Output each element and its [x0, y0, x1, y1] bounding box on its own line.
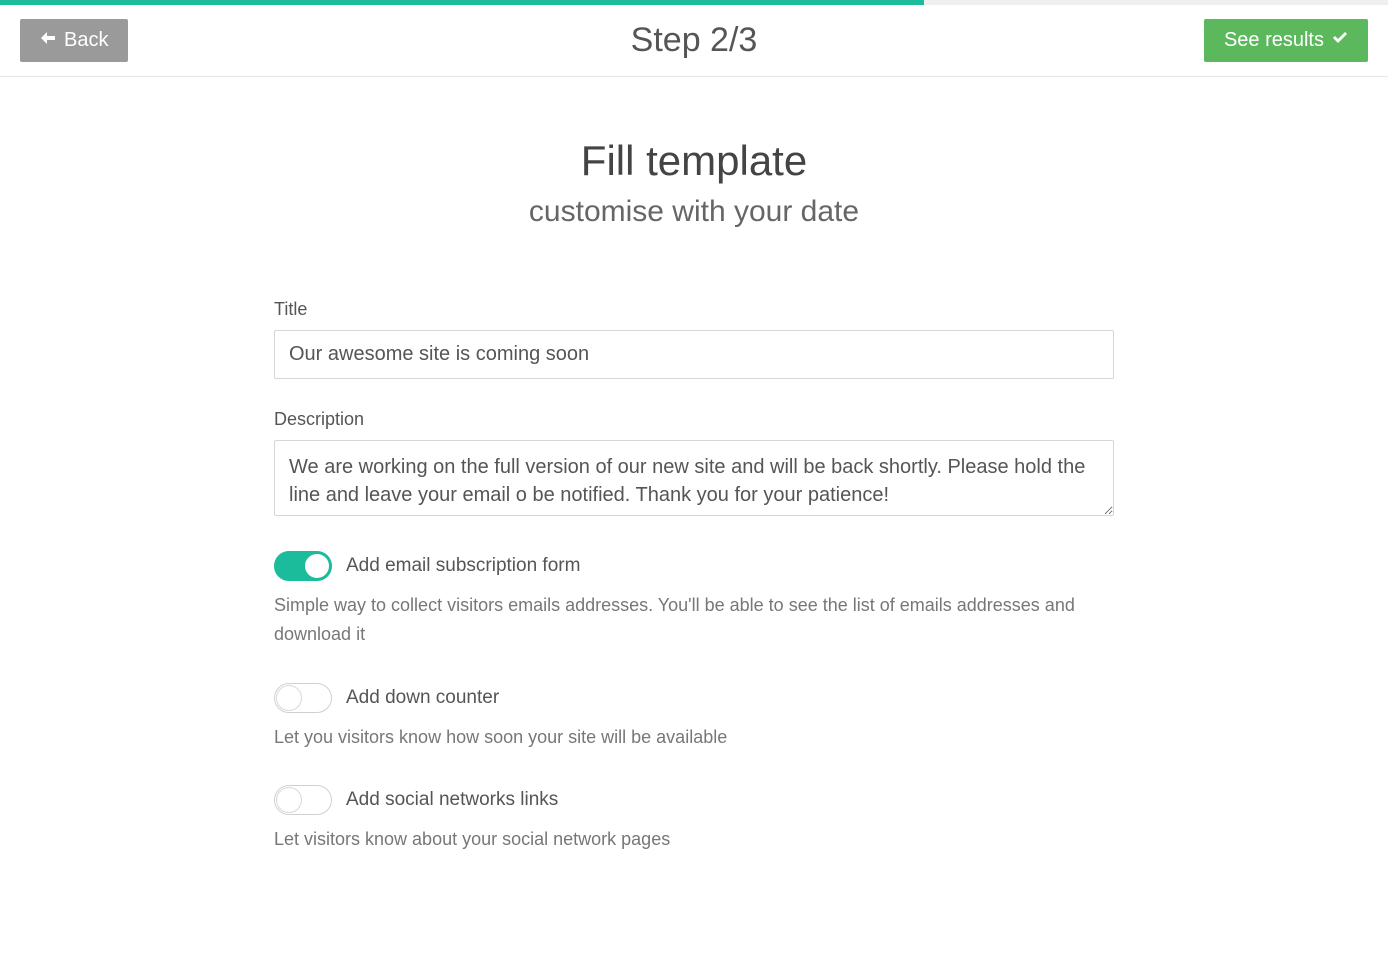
toggle-social-links-desc: Let visitors know about your social netw…	[274, 825, 1114, 854]
title-label: Title	[274, 299, 1114, 320]
toggle-email-subscription-desc: Simple way to collect visitors emails ad…	[274, 591, 1114, 649]
back-button[interactable]: Back	[20, 19, 128, 62]
description-field: Description We are working on the full v…	[274, 409, 1114, 521]
page-subheading: customise with your date	[274, 195, 1114, 229]
toggle-down-counter: Add down counter Let you visitors know h…	[274, 683, 1114, 752]
title-field: Title	[274, 299, 1114, 379]
arrow-left-icon	[40, 29, 56, 52]
back-button-label: Back	[64, 29, 108, 52]
toggle-email-subscription-label: Add email subscription form	[346, 555, 580, 577]
toggle-social-links-label: Add social networks links	[346, 789, 558, 811]
toggle-social-links-switch[interactable]	[274, 785, 332, 815]
toggle-down-counter-desc: Let you visitors know how soon your site…	[274, 723, 1114, 752]
header: Back Step 2/3 See results	[0, 5, 1388, 77]
toggle-down-counter-label: Add down counter	[346, 687, 499, 709]
description-textarea[interactable]: We are working on the full version of ou…	[274, 440, 1114, 516]
page-heading: Fill template	[274, 137, 1114, 185]
step-indicator: Step 2/3	[631, 21, 758, 60]
toggle-social-links: Add social networks links Let visitors k…	[274, 785, 1114, 854]
main-content: Fill template customise with your date T…	[254, 77, 1134, 948]
toggle-down-counter-switch[interactable]	[274, 683, 332, 713]
toggle-email-subscription-switch[interactable]	[274, 551, 332, 581]
toggle-email-subscription: Add email subscription form Simple way t…	[274, 551, 1114, 649]
see-results-label: See results	[1224, 29, 1324, 52]
title-input[interactable]	[274, 330, 1114, 379]
see-results-button[interactable]: See results	[1204, 19, 1368, 62]
check-icon	[1332, 29, 1348, 52]
description-label: Description	[274, 409, 1114, 430]
